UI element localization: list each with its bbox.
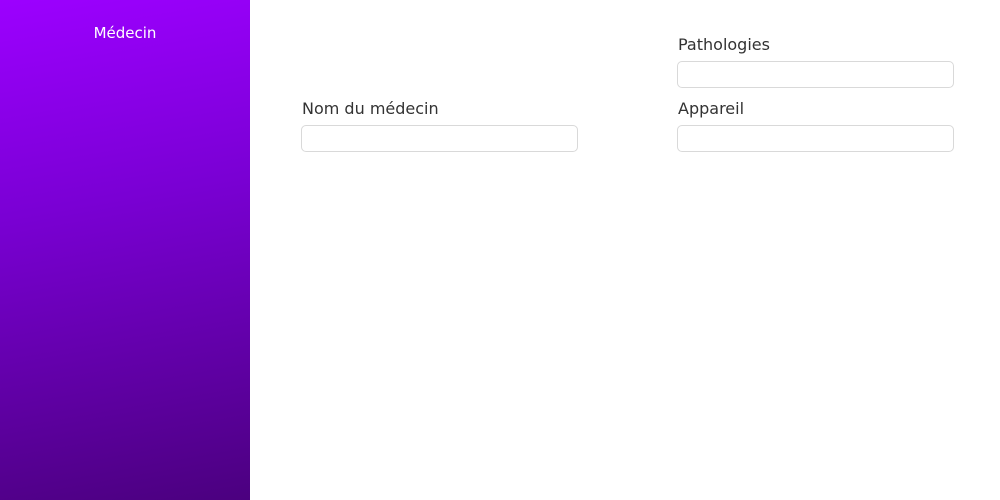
nom-medecin-field-group: Nom du médecin	[301, 99, 578, 152]
pathologies-label: Pathologies	[678, 35, 770, 54]
nom-medecin-label: Nom du médecin	[302, 99, 439, 118]
pathologies-field-group: Pathologies	[677, 35, 954, 88]
appareil-field-group: Appareil	[677, 99, 954, 152]
appareil-label: Appareil	[678, 99, 745, 118]
pathologies-input[interactable]	[677, 61, 954, 88]
sidebar: Médecin	[0, 0, 250, 500]
main-content: Pathologies Nom du médecin Appareil	[250, 0, 1000, 500]
appareil-input[interactable]	[677, 125, 954, 152]
nom-medecin-input[interactable]	[301, 125, 578, 152]
sidebar-title[interactable]: Médecin	[0, 24, 250, 42]
app-window: Médecin Pathologies Nom du médecin Appar…	[0, 0, 1000, 500]
